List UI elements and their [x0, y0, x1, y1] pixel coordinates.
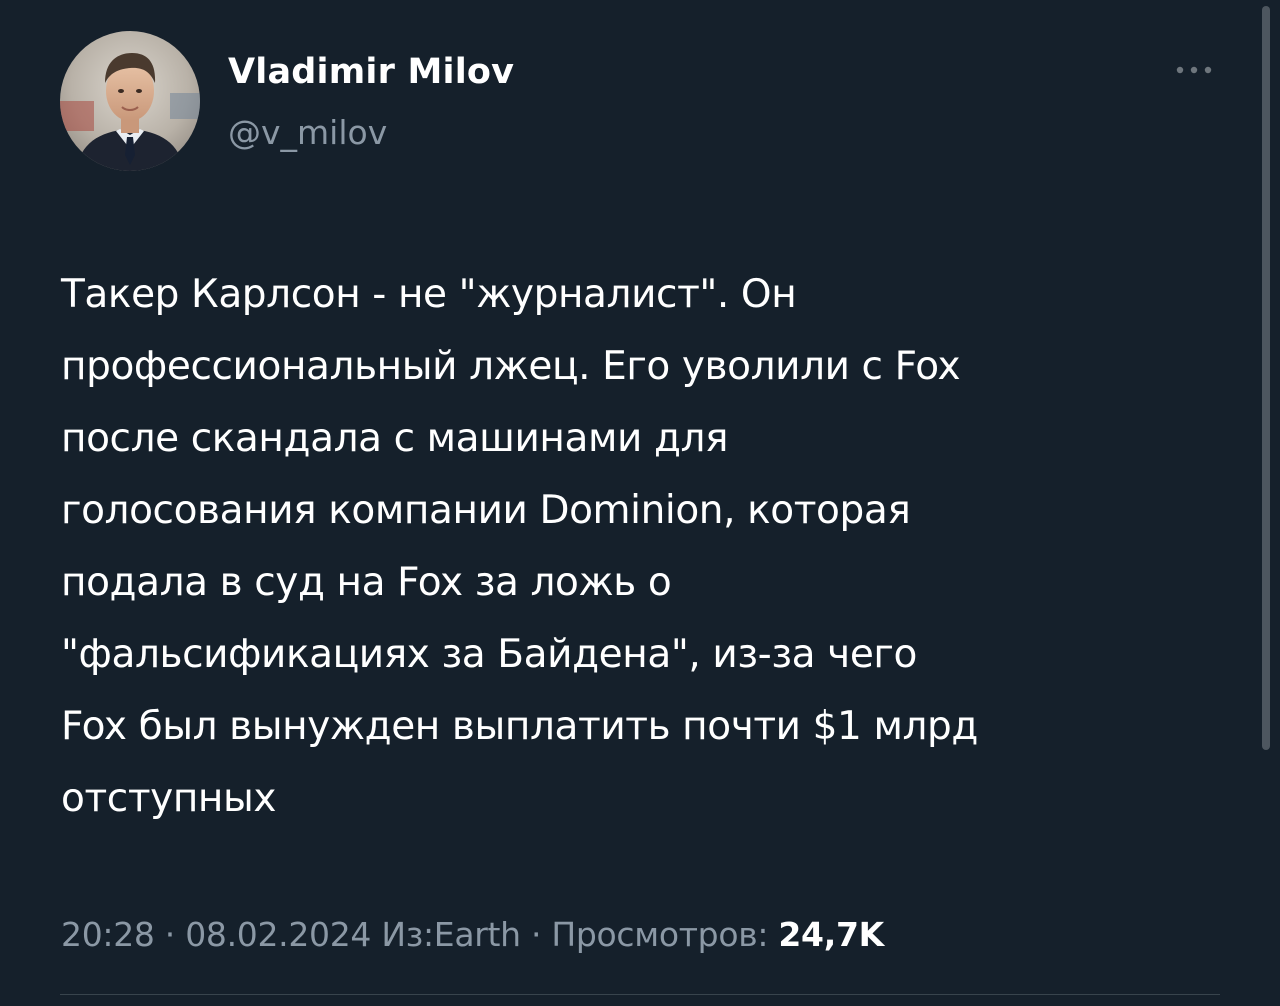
- more-button[interactable]: [1166, 52, 1222, 88]
- meta-separator: ·: [154, 915, 186, 954]
- views-label: Просмотров:: [551, 915, 769, 954]
- scrollbar[interactable]: [1262, 6, 1270, 750]
- tweet-meta: 20:28 · 08.02.2024 Из:Earth · Просмотров…: [61, 912, 884, 958]
- tweet-text-line: после скандала с машинами для: [61, 416, 729, 461]
- tweet-text-line: Такер Карлсон - не "журналист". Он: [61, 272, 797, 317]
- author-name[interactable]: Vladimir Milov: [228, 50, 514, 94]
- more-horizontal-icon: [1176, 66, 1212, 74]
- meta-separator: ·: [520, 915, 552, 954]
- tweet-source: Из:Earth: [381, 915, 521, 954]
- tweet-text: Такер Карлсон - не "журналист". Он профе…: [61, 259, 1211, 835]
- divider: [60, 994, 1220, 995]
- tweet-text-line: профессиональный лжец. Его уволили с Fox: [61, 344, 961, 389]
- tweet-text-line: отступных: [61, 776, 277, 821]
- tweet-time[interactable]: 20:28: [61, 915, 155, 954]
- tweet-date[interactable]: 08.02.2024: [185, 915, 371, 954]
- tweet-card: Vladimir Milov @v_milov Такер Карлсон - …: [0, 0, 1280, 1006]
- avatar-photo: [60, 31, 200, 171]
- views-count[interactable]: 24,7K: [778, 915, 884, 954]
- author-handle[interactable]: @v_milov: [228, 112, 387, 154]
- tweet-text-line: Fox был вынужден выплатить почти $1 млрд: [61, 704, 978, 749]
- tweet-text-line: подала в суд на Fox за ложь о: [61, 560, 672, 605]
- tweet-text-line: голосования компании Dominion, которая: [61, 488, 911, 533]
- tweet-text-line: "фальсификациях за Байдена", из-за чего: [61, 632, 917, 677]
- avatar[interactable]: [60, 31, 200, 171]
